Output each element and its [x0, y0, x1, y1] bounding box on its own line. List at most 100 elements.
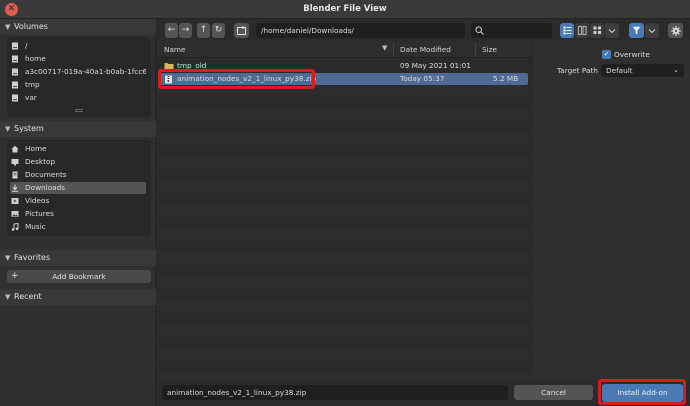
target-path-dropdown[interactable]: Default ⌄	[601, 64, 684, 77]
row-stripe	[157, 203, 532, 215]
plus-icon: +	[11, 271, 19, 281]
column-size-header[interactable]: Size	[482, 45, 497, 54]
column-date-header[interactable]: Date Modified	[400, 45, 451, 54]
recent-header[interactable]: ▼ Recent	[0, 289, 156, 305]
home-icon	[11, 145, 19, 153]
title-bar: ✕ Blender File View	[0, 0, 690, 19]
volume-item[interactable]: home	[10, 53, 146, 65]
chevron-down-icon: ▼	[5, 125, 11, 133]
target-path-label: Target Path	[557, 66, 598, 75]
system-item-label: Pictures	[25, 209, 54, 218]
file-name: animation_nodes_v2_1_linux_py38.zip	[177, 74, 317, 83]
drive-icon	[12, 81, 18, 89]
list-view-icon	[563, 26, 571, 35]
filter-dropdown[interactable]	[645, 23, 659, 38]
parent-directory-button[interactable]: ↑	[197, 23, 210, 38]
column-header: Name ▼ Date Modified Size	[157, 41, 532, 58]
system-item-label: Home	[25, 144, 47, 153]
favorites-header[interactable]: ▼ Favorites	[0, 250, 156, 266]
system-item-label: Downloads	[25, 183, 66, 192]
row-stripe	[157, 251, 532, 263]
horizontal-list-view-button[interactable]	[575, 23, 589, 38]
volume-item[interactable]: /	[10, 40, 146, 52]
row-stripe	[157, 131, 532, 143]
filter-button[interactable]	[629, 23, 644, 38]
folder-icon	[164, 63, 174, 70]
system-item-music[interactable]: Music	[10, 221, 146, 233]
vertical-list-view-button[interactable]	[560, 23, 574, 38]
sidebar: ▼ Volumes / home a3c00717-019a-40a1-b0ab…	[0, 19, 156, 406]
system-item-label: Documents	[25, 170, 67, 179]
column-divider[interactable]	[393, 43, 394, 56]
chevron-down-icon	[648, 29, 656, 34]
add-bookmark-label: Add Bookmark	[52, 272, 106, 281]
gear-icon	[670, 25, 681, 36]
create-directory-button[interactable]	[234, 23, 249, 38]
file-date: Today 05:37	[400, 74, 445, 83]
system-item-label: Music	[25, 222, 46, 231]
search-input[interactable]	[471, 23, 552, 38]
system-item-downloads[interactable]: Downloads	[10, 182, 146, 194]
volume-label: a3c00717-019a-40a1-b0ab-1fcc6a...	[25, 67, 146, 76]
file-date: 09 May 2021 01:01	[400, 61, 471, 70]
overwrite-checkbox[interactable]: ✓	[602, 50, 611, 59]
search-icon	[475, 26, 484, 35]
thumbnail-view-button[interactable]	[590, 23, 604, 38]
column-name-header[interactable]: Name	[164, 45, 186, 54]
window-title: Blender File View	[303, 4, 387, 14]
volume-item[interactable]: tmp	[10, 79, 146, 91]
system-item-desktop[interactable]: Desktop	[10, 156, 146, 168]
refresh-button[interactable]: ↻	[212, 23, 225, 38]
volumes-header[interactable]: ▼ Volumes	[0, 19, 156, 35]
drive-icon	[12, 55, 18, 63]
target-path-value: Default	[606, 66, 633, 75]
volume-item[interactable]: a3c00717-019a-40a1-b0ab-1fcc6a...	[10, 66, 146, 78]
video-icon	[11, 198, 19, 204]
file-name: tmp_old	[177, 61, 207, 70]
file-row[interactable]: tmp_old 09 May 2021 01:01	[160, 60, 528, 72]
file-size: 5.2 MB	[493, 74, 519, 83]
refresh-icon: ↻	[214, 25, 223, 35]
row-stripe	[157, 299, 532, 311]
drive-icon	[12, 94, 18, 102]
grid-view-icon	[593, 26, 601, 34]
row-stripe	[157, 179, 532, 191]
arrow-up-icon: ↑	[199, 25, 208, 35]
chevron-down-icon	[608, 29, 616, 34]
volumes-label: Volumes	[14, 22, 48, 31]
system-item-home[interactable]: Home	[10, 143, 146, 155]
display-settings-dropdown[interactable]	[605, 23, 619, 38]
system-item-pictures[interactable]: Pictures	[10, 208, 146, 220]
install-addon-button[interactable]: Install Add-on	[602, 384, 683, 402]
favorites-label: Favorites	[14, 253, 51, 262]
chevron-down-icon: ▼	[5, 293, 11, 301]
operator-options-panel: ✓ Overwrite Target Path Default ⌄	[533, 41, 690, 381]
file-row-selected[interactable]: animation_nodes_v2_1_linux_py38.zip Toda…	[160, 73, 528, 85]
column-divider[interactable]	[475, 43, 476, 56]
zip-file-icon	[165, 75, 172, 83]
file-list: Name ▼ Date Modified Size tmp_old 09 May…	[157, 41, 532, 381]
toolbar: ← → ↑ ↻ /home/daniel/Downloads/	[157, 19, 690, 41]
system-item-videos[interactable]: Videos	[10, 195, 146, 207]
system-header[interactable]: ▼ System	[0, 121, 156, 137]
directory-path-input[interactable]: /home/daniel/Downloads/	[256, 23, 465, 38]
columns-view-icon	[577, 26, 586, 35]
back-button[interactable]: ←	[165, 23, 178, 38]
settings-button[interactable]	[668, 23, 683, 38]
system-item-label: Desktop	[25, 157, 56, 166]
bottom-bar: animation_nodes_v2_1_linux_py38.zip Canc…	[157, 381, 690, 406]
system-item-documents[interactable]: Documents	[10, 169, 146, 181]
cancel-button[interactable]: Cancel	[514, 385, 593, 400]
forward-button[interactable]: →	[179, 23, 192, 38]
resize-grip-icon[interactable]	[75, 109, 83, 112]
volume-item[interactable]: var	[10, 92, 146, 104]
picture-icon	[11, 211, 19, 217]
arrow-right-icon: →	[181, 25, 190, 35]
recent-label: Recent	[14, 292, 42, 301]
overwrite-label[interactable]: Overwrite	[614, 50, 650, 59]
filename-input[interactable]: animation_nodes_v2_1_linux_py38.zip	[162, 385, 508, 400]
add-bookmark-button[interactable]: + Add Bookmark	[7, 270, 151, 283]
row-stripe	[157, 347, 532, 359]
row-stripe	[157, 227, 532, 239]
chevron-down-icon: ⌄	[673, 66, 679, 74]
